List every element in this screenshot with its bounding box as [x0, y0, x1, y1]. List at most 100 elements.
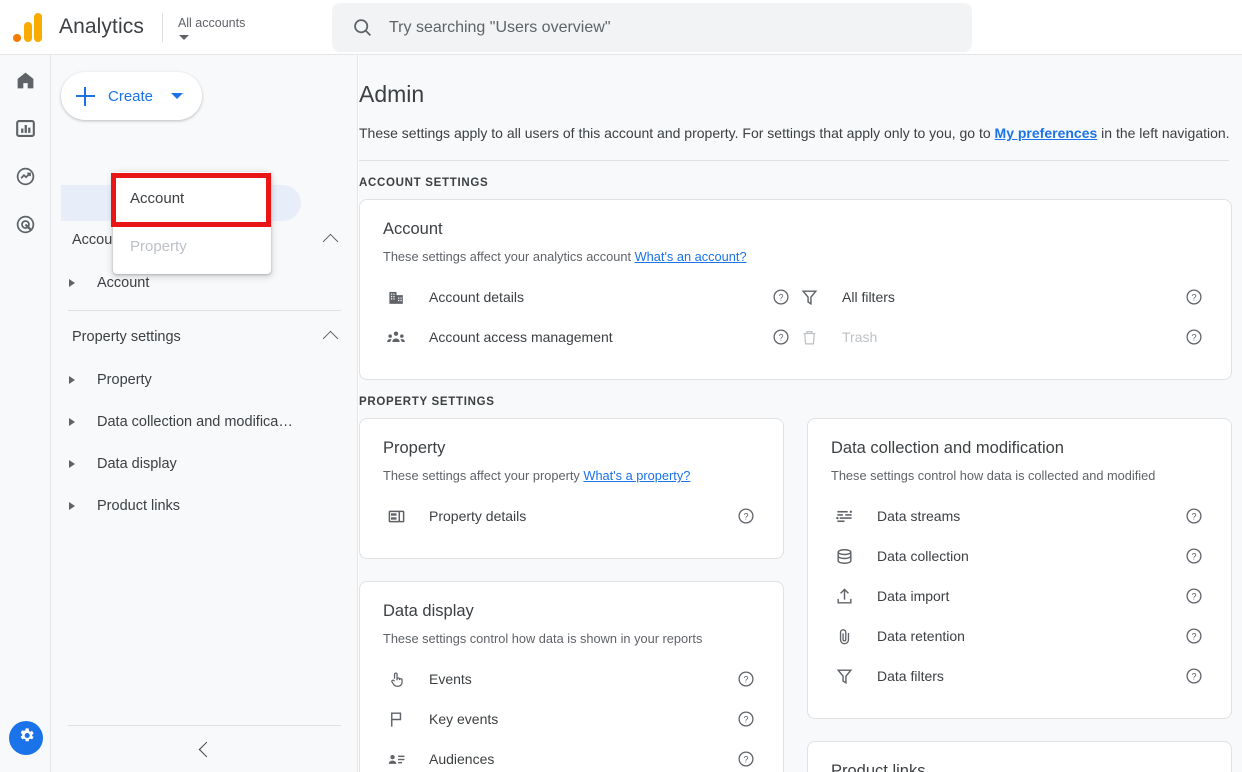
help-circle-icon[interactable]: ?	[1185, 547, 1203, 565]
row-data-retention[interactable]: Data retention ?	[831, 616, 1209, 656]
rail-item-home[interactable]	[0, 59, 51, 107]
account-card-rows: Account details ? Account access managem…	[383, 277, 1209, 357]
row-events[interactable]: Events ?	[383, 659, 761, 699]
search-input[interactable]	[389, 18, 909, 37]
clip-retention-icon	[831, 627, 857, 646]
help-circle-icon[interactable]: ?	[737, 670, 755, 688]
page-description: These settings apply to all users of thi…	[359, 124, 1242, 143]
account-card-left-column: Account details ? Account access managem…	[383, 277, 796, 357]
property-card: Property These settings affect your prop…	[359, 418, 784, 559]
help-circle-icon[interactable]: ?	[1185, 627, 1203, 645]
row-label: Audiences	[429, 751, 495, 767]
card-subtitle: These settings affect your analytics acc…	[383, 249, 1209, 264]
trash-icon	[796, 328, 822, 347]
collapse-sidebar-button[interactable]	[68, 725, 341, 772]
row-label: All filters	[842, 289, 895, 305]
row-property-details[interactable]: Property details ?	[383, 496, 761, 536]
row-data-collection[interactable]: Data collection ?	[831, 536, 1209, 576]
card-title: Account	[383, 220, 443, 238]
row-data-import[interactable]: Data import ?	[831, 576, 1209, 616]
whats-a-property-link[interactable]: What's a property?	[583, 468, 690, 483]
help-circle-icon[interactable]: ?	[772, 288, 790, 306]
rail-item-reports[interactable]	[0, 107, 51, 155]
property-settings-right-column: Data collection and modification These s…	[807, 418, 1232, 772]
row-label: Data filters	[877, 668, 944, 684]
sidebar-item-property[interactable]: Property	[51, 359, 358, 401]
sidebar-section-property-settings[interactable]: Property settings	[51, 315, 358, 359]
create-menu: Account Property	[113, 172, 271, 274]
help-circle-icon[interactable]: ?	[1185, 328, 1203, 346]
analytics-logo-icon	[13, 12, 42, 42]
reports-bar-chart-icon	[15, 118, 36, 144]
advertising-target-icon	[15, 214, 36, 240]
building-icon	[383, 288, 409, 307]
top-bar: Analytics All accounts	[0, 0, 1242, 55]
menu-item-label: Account	[130, 189, 185, 207]
triangle-right-icon	[69, 460, 75, 468]
triangle-right-icon	[69, 502, 75, 510]
create-button[interactable]: Create	[61, 72, 203, 120]
person-list-icon	[383, 750, 409, 769]
help-circle-icon[interactable]: ?	[1185, 288, 1203, 306]
help-circle-icon[interactable]: ?	[1185, 667, 1203, 685]
data-display-card-rows: Events ? Key events ? Audiences ?	[383, 659, 761, 772]
my-preferences-link[interactable]: My preferences	[995, 125, 1098, 141]
row-data-streams[interactable]: Data streams ?	[831, 496, 1209, 536]
help-circle-icon[interactable]: ?	[1185, 587, 1203, 605]
menu-item-label: Property	[130, 237, 187, 255]
sidebar: Create Account Property Account settings…	[51, 55, 358, 772]
row-account-details[interactable]: Account details ?	[383, 277, 796, 317]
whats-an-account-link[interactable]: What's an account?	[635, 249, 747, 264]
chevron-down-icon	[178, 35, 189, 40]
explore-trending-icon	[15, 166, 36, 192]
row-key-events[interactable]: Key events ?	[383, 699, 761, 739]
page-title: Admin	[359, 81, 425, 107]
svg-text:?: ?	[778, 292, 783, 302]
svg-text:?: ?	[1191, 332, 1196, 342]
row-label: Data retention	[877, 628, 965, 644]
property-details-icon	[383, 507, 409, 526]
row-label: Events	[429, 671, 472, 687]
rail-item-advertising[interactable]	[0, 203, 51, 251]
row-all-filters[interactable]: All filters ?	[796, 277, 1209, 317]
help-circle-icon[interactable]: ?	[737, 507, 755, 525]
chevron-up-icon	[322, 233, 339, 250]
filter-funnel-icon	[831, 667, 857, 686]
card-title: Property	[383, 439, 446, 457]
row-label: Trash	[842, 329, 878, 345]
rail-item-explore[interactable]	[0, 155, 51, 203]
sidebar-item-data-collection-and-modification[interactable]: Data collection and modifica…	[51, 401, 358, 443]
tap-hand-icon	[383, 670, 409, 689]
help-circle-icon[interactable]: ?	[1185, 507, 1203, 525]
brand-title: Analytics	[59, 15, 144, 38]
page-description-text: These settings apply to all users of thi…	[359, 125, 995, 141]
row-data-filters[interactable]: Data filters ?	[831, 656, 1209, 696]
search-bar[interactable]	[332, 3, 972, 52]
help-circle-icon[interactable]: ?	[737, 710, 755, 728]
sidebar-item-data-display[interactable]: Data display	[51, 443, 358, 485]
svg-text:?: ?	[743, 674, 748, 684]
help-circle-icon[interactable]: ?	[772, 328, 790, 346]
property-settings-label: PROPERTY SETTINGS	[359, 396, 495, 408]
create-menu-item-account[interactable]: Account	[113, 178, 271, 218]
row-account-access-management[interactable]: Account access management ?	[383, 317, 796, 357]
sidebar-item-product-links[interactable]: Product links	[51, 485, 358, 527]
property-card-rows: Property details ?	[383, 496, 761, 536]
chevron-down-icon	[171, 93, 184, 99]
sidebar-item-label: Account	[97, 275, 150, 291]
svg-text:?: ?	[1191, 551, 1196, 561]
help-circle-icon[interactable]: ?	[737, 750, 755, 768]
account-selector[interactable]: All accounts	[178, 14, 245, 40]
data-collection-card: Data collection and modification These s…	[807, 418, 1232, 719]
svg-text:?: ?	[1191, 292, 1196, 302]
row-audiences[interactable]: Audiences ?	[383, 739, 761, 772]
triangle-right-icon	[69, 418, 75, 426]
people-group-icon	[383, 327, 409, 347]
section-label: Property settings	[72, 329, 181, 345]
header-divider	[359, 160, 1229, 161]
triangle-right-icon	[69, 279, 75, 287]
create-button-label: Create	[108, 87, 154, 105]
sidebar-item-label: Property	[97, 372, 152, 388]
admin-button[interactable]	[9, 721, 43, 755]
home-icon	[15, 70, 36, 96]
